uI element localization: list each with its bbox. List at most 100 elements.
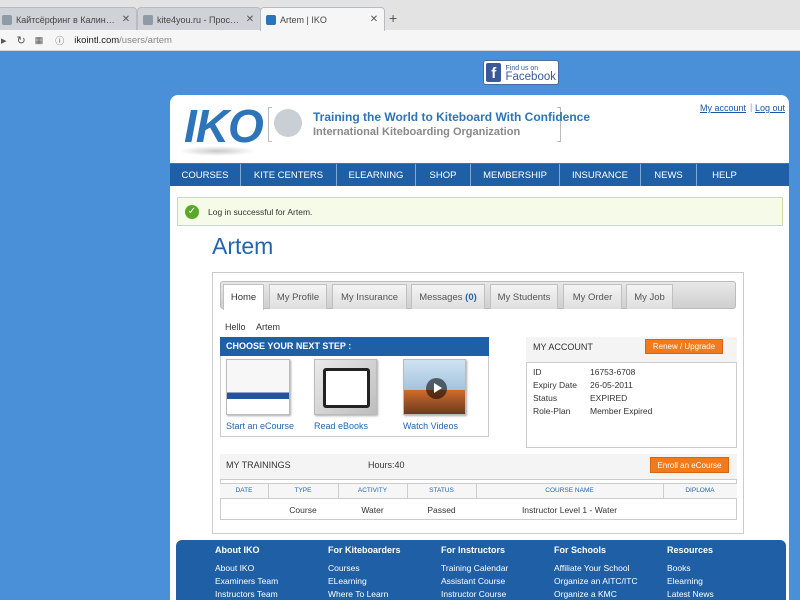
nav-news[interactable]: NEWS (641, 164, 697, 186)
tab-my-order[interactable]: My Order (563, 284, 622, 309)
footer-link[interactable]: Assistant Course (441, 576, 505, 586)
nav-membership[interactable]: MEMBERSHIP (471, 164, 560, 186)
footer-heading: For Kiteboarders (328, 545, 401, 555)
greeting-name: Artem (256, 322, 281, 332)
footer-heading: Resources (667, 545, 714, 555)
close-tab-icon[interactable]: ✕ (369, 14, 379, 25)
account-value: EXPIRED (590, 393, 628, 403)
account-value: 16753-6708 (590, 367, 636, 377)
facebook-icon: f (486, 63, 502, 82)
footer-link[interactable]: Instructors Team (215, 589, 278, 599)
column-header-date: DATE (235, 487, 253, 494)
link-separator: | (750, 102, 753, 112)
footer-link[interactable]: Training Calendar (441, 563, 508, 573)
training-hours: Hours:40 (368, 460, 405, 470)
page-title: Artem (212, 233, 274, 259)
forward-icon[interactable]: ▸ (1, 34, 7, 47)
tagline-primary: Training the World to Kiteboard With Con… (313, 110, 590, 124)
tab-messages[interactable]: Messages (0) (411, 284, 485, 309)
ebooks-thumbnail[interactable] (314, 359, 377, 415)
account-value: Member Expired (590, 406, 653, 416)
nav-help[interactable]: HELP (697, 164, 752, 186)
enroll-ecourse-button[interactable]: Enroll an eCourse (650, 457, 729, 473)
apps-icon[interactable]: ▦ (35, 35, 44, 46)
tab-title: Artem | IKO (280, 14, 327, 25)
messages-count: (0) (465, 291, 477, 303)
my-account-link[interactable]: My account (700, 103, 746, 113)
my-account-title: MY ACCOUNT (533, 342, 593, 352)
cell-type: Course (289, 505, 317, 515)
account-key: Role-Plan (533, 406, 571, 416)
cell-course-name: Instructor Level 1 - Water (521, 505, 618, 515)
footer-link[interactable]: Affiliate Your School (554, 563, 629, 573)
footer-link[interactable]: ELearning (328, 576, 367, 586)
footer-link[interactable]: Organize a KMC (554, 589, 617, 599)
tab-my-students[interactable]: My Students (490, 284, 558, 309)
next-step-header: CHOOSE YOUR NEXT STEP : (220, 337, 489, 356)
column-header-status: STATUS (429, 487, 454, 494)
tablet-icon (323, 368, 370, 408)
footer-link[interactable]: Latest News (667, 589, 714, 599)
reload-icon[interactable]: ↻ (17, 34, 26, 47)
logout-link[interactable]: Log out (755, 103, 785, 113)
cell-activity: Water (361, 505, 384, 515)
kite-icon (274, 109, 302, 137)
greeting-label: Hello (225, 322, 246, 332)
check-circle-icon: ✓ (185, 204, 199, 219)
watch-videos-link[interactable]: Watch Videos (403, 421, 458, 431)
column-header-type: TYPE (294, 487, 312, 494)
iko-logo[interactable]: IKO (184, 103, 264, 149)
play-icon (426, 378, 447, 399)
footer-link[interactable]: About IKO (215, 563, 254, 573)
footer-link[interactable]: Courses (328, 563, 360, 573)
trainings-title: MY TRAININGS (226, 460, 291, 470)
tab-home[interactable]: Home (223, 284, 264, 310)
url-path: /users/artem (119, 34, 172, 46)
tab-messages-label: Messages (419, 291, 463, 303)
nav-kite-centers[interactable]: KITE CENTERS (241, 164, 337, 186)
tab-my-job[interactable]: My Job (626, 284, 673, 309)
new-tab-button[interactable]: + (389, 10, 397, 26)
read-ebooks-link[interactable]: Read eBooks (314, 421, 368, 431)
column-header-diploma: DIPLOMA (685, 487, 715, 494)
browser-tab-3[interactable]: Artem | IKO ✕ (260, 7, 385, 31)
tab-my-profile[interactable]: My Profile (269, 284, 327, 309)
nav-elearning[interactable]: ELEARNING (337, 164, 416, 186)
nav-shop[interactable]: SHOP (416, 164, 471, 186)
alert-message: Log in successful for Artem. (208, 206, 313, 217)
footer-link[interactable]: Where To Learn (328, 589, 388, 599)
footer-link[interactable]: Examiners Team (215, 576, 278, 586)
browser-tab-2[interactable]: kite4you.ru - Просмотр т ✕ (137, 7, 261, 31)
footer-heading: For Schools (554, 545, 607, 555)
videos-thumbnail[interactable] (403, 359, 466, 415)
footer-link[interactable]: Books (667, 563, 691, 573)
cell-status: Passed (427, 505, 456, 515)
footer-link[interactable]: Organize an AITC/ITC (554, 576, 638, 586)
close-tab-icon[interactable]: ✕ (245, 14, 255, 25)
nav-insurance[interactable]: INSURANCE (560, 164, 641, 186)
facebook-badge[interactable]: f Find us on Facebook (483, 60, 559, 85)
footer-link[interactable]: Elearning (667, 576, 703, 586)
column-header-activity: ACTIVITY (357, 487, 388, 494)
address-bar[interactable]: ikointl.com/users/artem (74, 35, 172, 46)
main-nav: COURSES KITE CENTERS ELEARNING SHOP MEMB… (170, 163, 789, 186)
close-tab-icon[interactable]: ✕ (121, 14, 131, 25)
browser-toolbar: ▸ ↻ ▦ ⓘ ikointl.com/users/artem (0, 30, 800, 51)
ecourse-thumbnail[interactable] (226, 359, 290, 415)
footer-heading: For Instructors (441, 545, 506, 555)
column-header-course-name: COURSE NAME (545, 487, 594, 494)
start-ecourse-link[interactable]: Start an eCourse (226, 421, 294, 431)
url-host: ikointl.com (74, 34, 120, 46)
success-alert: ✓ Log in successful for Artem. (177, 197, 783, 226)
page-favicon-icon (2, 14, 12, 25)
facebook-line2: Facebook (505, 70, 556, 83)
nav-courses[interactable]: COURSES (170, 164, 241, 186)
browser-tab-1[interactable]: Кайтсёрфинг в Калинингр ✕ (0, 7, 137, 31)
page-info-icon[interactable]: ⓘ (55, 34, 64, 47)
footer-link[interactable]: Instructor Course (441, 589, 506, 599)
tab-title: kite4you.ru - Просмотр т (157, 14, 242, 25)
tab-my-insurance[interactable]: My Insurance (332, 284, 407, 309)
tab-title: Кайтсёрфинг в Калинингр (16, 14, 118, 25)
renew-upgrade-button[interactable]: Renew / Upgrade (645, 339, 723, 354)
account-key: Expiry Date (533, 380, 577, 390)
